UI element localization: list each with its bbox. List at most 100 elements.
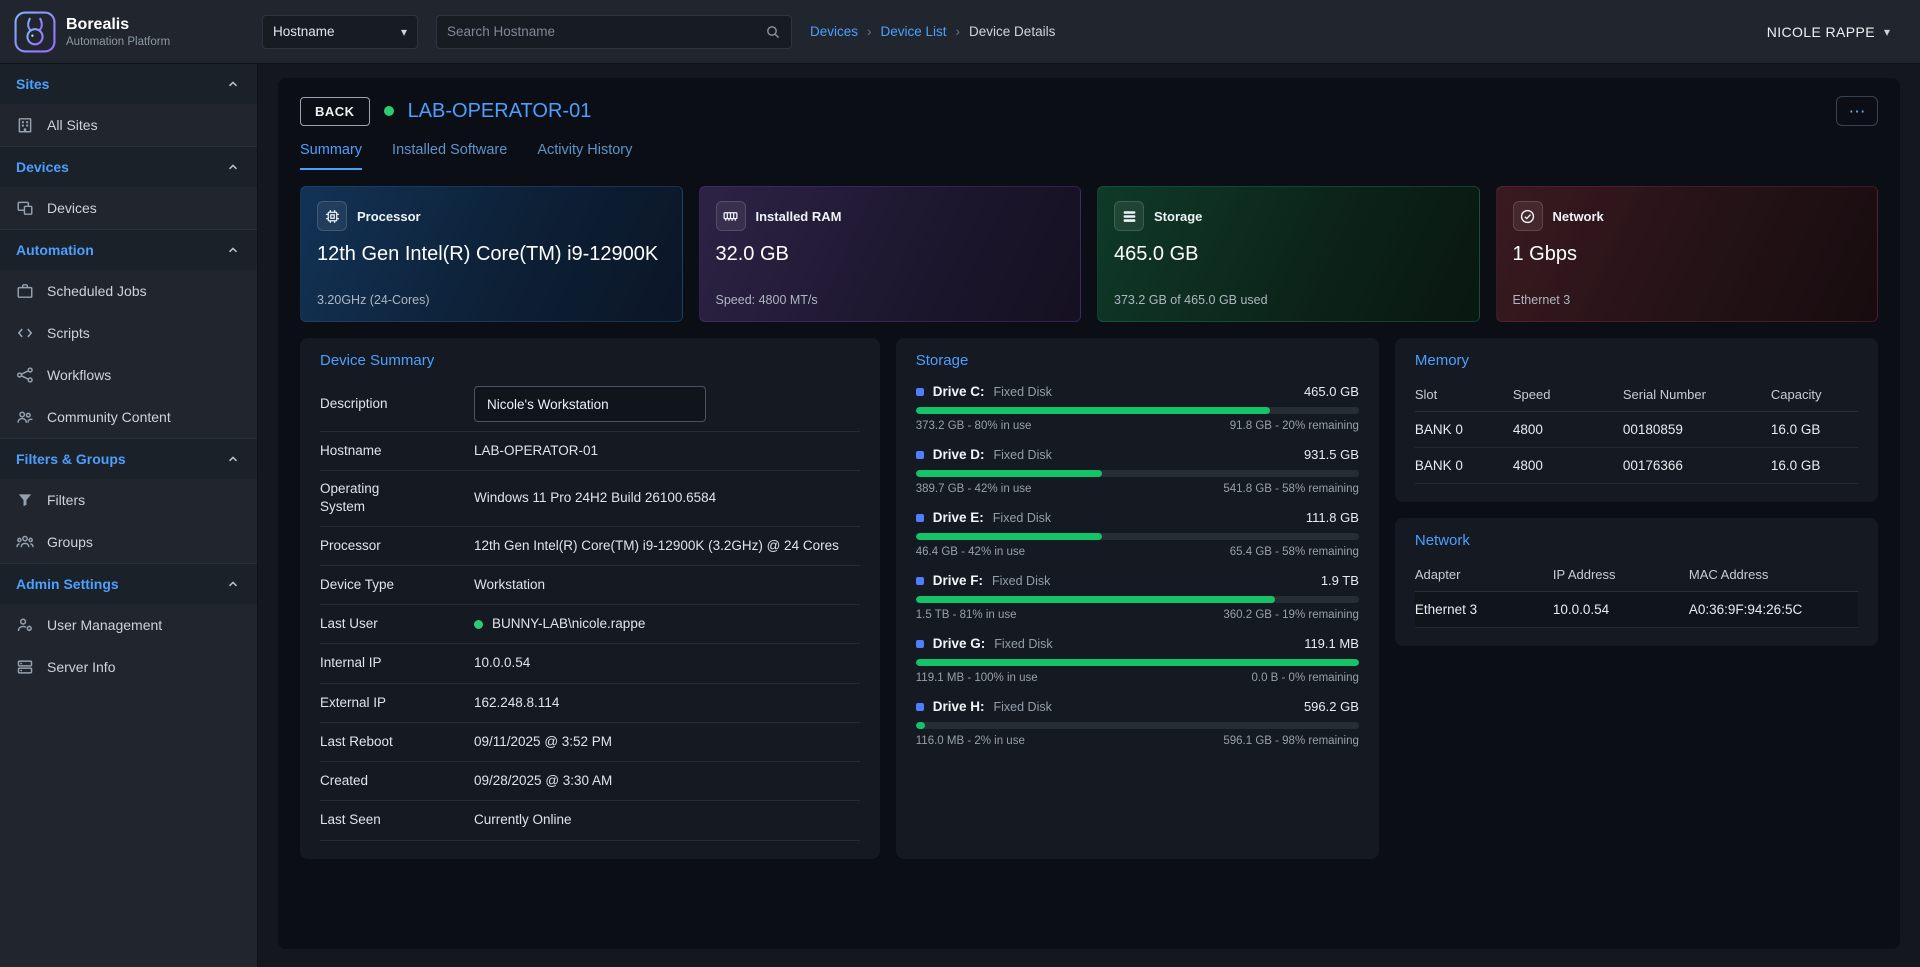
sidebar-section-header-admin-settings[interactable]: Admin Settings [0,564,257,604]
sidebar-section-header-automation[interactable]: Automation [0,230,257,270]
search-input[interactable] [447,24,765,39]
memory-slot: BANK 0 [1415,412,1513,447]
drive-name: Drive F: [933,573,983,588]
drive-icon [916,577,924,585]
drive-usage-bar [916,722,1359,729]
drive-remaining: 65.4 GB - 58% remaining [1230,546,1359,558]
drive-icon [916,703,924,711]
drive-row-e: Drive E: Fixed Disk 111.8 GB 46.4 GB - 4… [916,510,1359,558]
summary-row-description: Description [320,377,860,432]
online-status-icon [384,106,394,116]
drive-icon [916,451,924,459]
sidebar-item-devices[interactable]: Devices [0,187,257,229]
sidebar-item-filters[interactable]: Filters [0,479,257,521]
user-name: NICOLE RAPPE [1767,24,1875,40]
device-details-panel: BACK LAB-OPERATOR-01 ⋯ Summary Installed… [278,78,1900,949]
drive-name: Drive D: [933,447,985,462]
row-value: 162.248.8.114 [474,693,860,713]
tab-summary[interactable]: Summary [300,142,362,170]
sidebar-item-label: User Management [47,617,162,633]
drive-row-f: Drive F: Fixed Disk 1.9 TB 1.5 TB - 81% … [916,573,1359,621]
user-menu[interactable]: NICOLE RAPPE ▾ [1767,24,1920,40]
sidebar-section-automation: Automation Scheduled Jobs Scripts Workfl… [0,229,257,438]
drive-remaining: 91.8 GB - 20% remaining [1230,420,1359,432]
memory-serial: 00180859 [1623,412,1771,447]
network-ip-address: 10.0.0.54 [1553,592,1689,627]
right-column: Memory Slot Speed Serial Number Capacity… [1395,338,1878,859]
summary-row-last-user: Last User BUNNY-LAB\nicole.rappe [320,605,860,644]
memory-table-row: BANK 0 4800 00176366 16.0 GB [1415,448,1858,484]
sidebar-item-label: Filters [47,492,85,508]
sidebar-item-community-content[interactable]: Community Content [0,396,257,438]
sidebar-section-sites: Sites All Sites [0,64,257,146]
stat-cards: Processor 12th Gen Intel(R) Core(TM) i9-… [300,186,1878,322]
sidebar-section-devices: Devices Devices [0,146,257,229]
network-table-header: Adapter IP Address MAC Address [1415,557,1858,592]
drive-size: 596.2 GB [1304,699,1359,714]
drive-used: 116.0 MB - 2% in use [916,735,1025,747]
drive-size: 111.8 GB [1306,510,1359,525]
row-label: Processor [320,537,426,555]
device-summary-panel: Device Summary Description Hostname LAB-… [300,338,880,859]
brand: Borealis Automation Platform [0,11,258,53]
drive-remaining: 0.0 B - 0% remaining [1251,672,1358,684]
panel-title: Device Summary [320,352,860,369]
drive-row-h: Drive H: Fixed Disk 596.2 GB 116.0 MB - … [916,699,1359,747]
row-label: Last User [320,615,426,633]
devices-icon [16,199,34,217]
drive-type: Fixed Disk [992,574,1050,588]
sidebar-item-all-sites[interactable]: All Sites [0,104,257,146]
column-header: Serial Number [1623,377,1771,411]
tab-activity-history[interactable]: Activity History [537,142,632,170]
sidebar-item-label: Community Content [47,409,171,425]
chevron-up-icon [225,242,241,258]
search-field-dropdown[interactable]: Hostname ▾ [262,15,418,49]
stat-card-footer: 3.20GHz (24-Cores) [317,293,666,307]
community-content-icon [16,408,34,426]
sidebar-item-scheduled-jobs[interactable]: Scheduled Jobs [0,270,257,312]
sidebar-section-header-devices[interactable]: Devices [0,147,257,187]
sites-icon [16,116,34,134]
sidebar-item-label: Scripts [47,325,90,341]
row-label: Last Seen [320,811,426,829]
chevron-up-icon [225,159,241,175]
more-options-button[interactable]: ⋯ [1836,96,1878,126]
row-label: Operating System [320,480,426,516]
sidebar-section-header-sites[interactable]: Sites [0,64,257,104]
sidebar-item-workflows[interactable]: Workflows [0,354,257,396]
search-icon[interactable] [765,24,781,40]
search-box [436,15,792,49]
drive-usage-bar [916,659,1359,666]
section-label: Filters & Groups [16,451,126,467]
stat-card-value: 12th Gen Intel(R) Core(TM) i9-12900K [317,243,666,266]
breadcrumb-device-list[interactable]: Device List [881,24,947,39]
tab-installed-software[interactable]: Installed Software [392,142,507,170]
column-header: Slot [1415,377,1513,411]
panel-title: Memory [1415,352,1858,369]
sidebar-section-header-filters-groups[interactable]: Filters & Groups [0,439,257,479]
filters-icon [16,491,34,509]
sidebar-item-scripts[interactable]: Scripts [0,312,257,354]
memory-speed: 4800 [1513,448,1623,483]
back-button[interactable]: BACK [300,97,370,126]
description-input[interactable] [474,386,706,422]
stat-card-processor: Processor 12th Gen Intel(R) Core(TM) i9-… [300,186,683,322]
drive-type: Fixed Disk [994,700,1052,714]
sidebar-item-label: Scheduled Jobs [47,283,147,299]
scheduled-jobs-icon [16,282,34,300]
sidebar-item-user-management[interactable]: User Management [0,604,257,646]
column-header: MAC Address [1689,557,1858,591]
sidebar-item-server-info[interactable]: Server Info [0,646,257,688]
drive-size: 1.9 TB [1321,573,1359,588]
drive-size: 931.5 GB [1304,447,1359,462]
workflows-icon [16,366,34,384]
memory-speed: 4800 [1513,412,1623,447]
section-label: Devices [16,159,69,175]
stat-card-value: 32.0 GB [716,243,1065,266]
row-value: LAB-OPERATOR-01 [474,441,860,461]
network-panel: Network Adapter IP Address MAC Address E… [1395,518,1878,646]
sidebar-item-groups[interactable]: Groups [0,521,257,563]
row-value: Workstation [474,575,860,595]
sidebar-item-label: Workflows [47,367,111,383]
breadcrumb-devices[interactable]: Devices [810,24,858,39]
